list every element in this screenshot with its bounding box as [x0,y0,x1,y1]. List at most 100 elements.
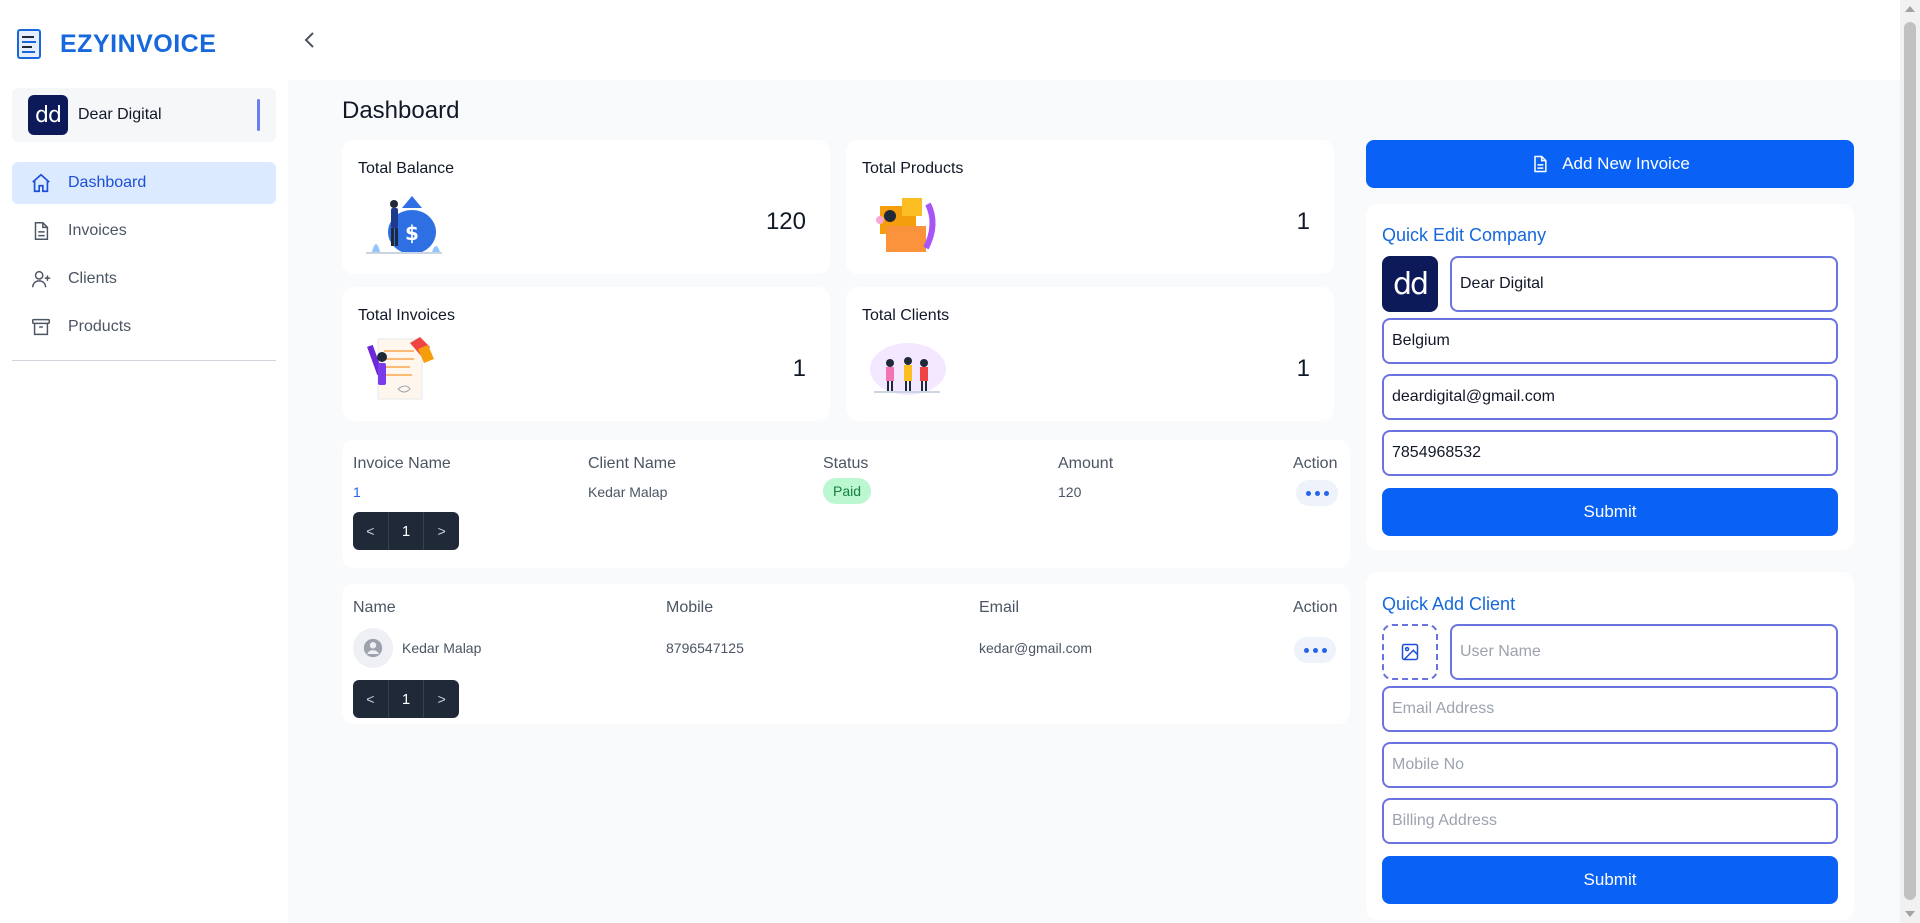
quick-add-client-panel: Quick Add Client Submit [1366,572,1854,920]
scroll-thumb[interactable] [1904,22,1916,900]
sidebar-item-label: Products [68,318,132,335]
sidebar-item-products[interactable]: Products [12,306,276,348]
quick-edit-company-panel: Quick Edit Company dd Submit [1366,204,1854,550]
dot [1303,647,1309,653]
prev-page-button[interactable]: < [353,512,389,550]
username-field[interactable] [1450,624,1838,680]
sidebar-item-invoices[interactable]: Invoices [12,210,276,252]
phone-field[interactable] [1382,430,1838,476]
column-header: Status [823,455,869,472]
stat-card-total-clients: Total Clients 1 [846,287,1334,421]
column-header: Action [1293,599,1338,616]
company-logo[interactable]: dd [1382,256,1438,312]
add-new-invoice-button[interactable]: Add New Invoice [1366,140,1854,188]
svg-text:$: $ [405,221,419,245]
next-page-button[interactable]: > [424,680,459,718]
mobile-field[interactable] [1382,742,1838,788]
stat-label: Total Balance [358,160,455,177]
email-field[interactable] [1382,374,1838,420]
dot [1312,647,1318,653]
client-table: Name Mobile Email Action Kedar Malap 879… [342,584,1350,724]
column-header: Client Name [588,455,677,472]
scroll-down-arrow-icon[interactable] [1905,911,1915,917]
column-header: Mobile [666,599,714,616]
home-icon [32,173,50,193]
column-header: Action [1293,455,1338,472]
status-badge: Paid [823,478,872,504]
avatar [353,628,393,668]
amount-cell: 120 [1058,484,1082,500]
sidebar-item-label: Invoices [68,222,127,239]
stat-value: 1 [792,355,806,382]
submit-button[interactable]: Submit [1382,488,1838,536]
main-content: Dashboard Total Balance $ 120 Total Prod… [288,80,1900,923]
column-header: Amount [1058,455,1114,472]
stat-label: Total Products [862,160,964,177]
country-field[interactable] [1382,318,1838,364]
scroll-up-arrow-icon[interactable] [1905,6,1915,12]
button-label: Add New Invoice [1562,154,1690,173]
company-indicator [257,99,260,131]
stat-value: 120 [765,208,806,235]
document-writing-illustration [367,337,434,400]
column-header: Email [979,599,1020,616]
column-header: Invoice Name [353,455,451,472]
topbar [288,0,1900,80]
stat-value: 1 [1296,208,1310,235]
image-upload-button[interactable] [1382,624,1438,680]
sidebar-divider [12,360,276,361]
client-name-cell: Kedar Malap [588,484,668,500]
column-header: Name [353,599,396,616]
sidebar-nav: Dashboard Invoices Clients Products [12,162,276,348]
stat-label: Total Invoices [358,307,455,324]
stat-card-total-balance: Total Balance $ 120 [342,140,830,274]
submit-button[interactable]: Submit [1382,856,1838,904]
row-actions-button[interactable] [1296,480,1338,506]
scrollbar[interactable] [1900,0,1920,923]
company-switcher[interactable]: dd Dear Digital [12,88,276,142]
panel-title: Quick Edit Company [1382,225,1547,245]
sidebar-item-label: Dashboard [68,174,147,191]
document-icon [1534,155,1547,173]
stat-card-total-products: Total Products 1 [846,140,1334,274]
pagination: < 1 > [353,680,459,718]
invoice-table: Invoice Name Client Name Status Amount A… [342,440,1350,568]
page-number-button[interactable]: 1 [389,680,425,718]
people-illustration [870,343,946,395]
invoice-name-link[interactable]: 1 [353,484,361,500]
company-name: Dear Digital [78,106,162,123]
client-name-cell: Kedar Malap [402,640,482,656]
prev-page-button[interactable]: < [353,680,389,718]
archive-icon [32,318,50,336]
money-bag-illustration: $ [366,196,442,254]
pagination: < 1 > [353,512,459,550]
row-actions-button[interactable] [1294,637,1336,663]
boxes-illustration [876,198,936,252]
company-avatar: dd [28,95,68,135]
image-icon [1401,643,1419,661]
sidebar-item-dashboard[interactable]: Dashboard [12,162,276,204]
user-plus-icon [32,270,51,288]
user-circle-icon [363,638,383,658]
next-page-button[interactable]: > [424,512,459,550]
email-field[interactable] [1382,686,1838,732]
email-cell: kedar@gmail.com [979,640,1093,656]
sidebar-item-label: Clients [68,270,117,287]
brand[interactable]: EZYINVOICE [12,0,276,88]
dot [1323,490,1329,496]
dot [1314,490,1320,496]
page-title: Dashboard [342,97,460,124]
sidebar: EZYINVOICE dd Dear Digital Dashboard Inv… [0,0,288,923]
chevron-left-icon[interactable] [298,28,322,52]
sidebar-item-clients[interactable]: Clients [12,258,276,300]
mobile-cell: 8796547125 [666,640,744,656]
company-name-field[interactable] [1450,256,1838,312]
billing-address-field[interactable] [1382,798,1838,844]
stat-label: Total Clients [862,307,950,324]
brand-name: EZYINVOICE [60,29,217,58]
document-icon [34,222,49,240]
invoice-logo-icon [17,29,41,59]
page-number-button[interactable]: 1 [389,512,425,550]
dot [1321,647,1327,653]
dot [1305,490,1311,496]
